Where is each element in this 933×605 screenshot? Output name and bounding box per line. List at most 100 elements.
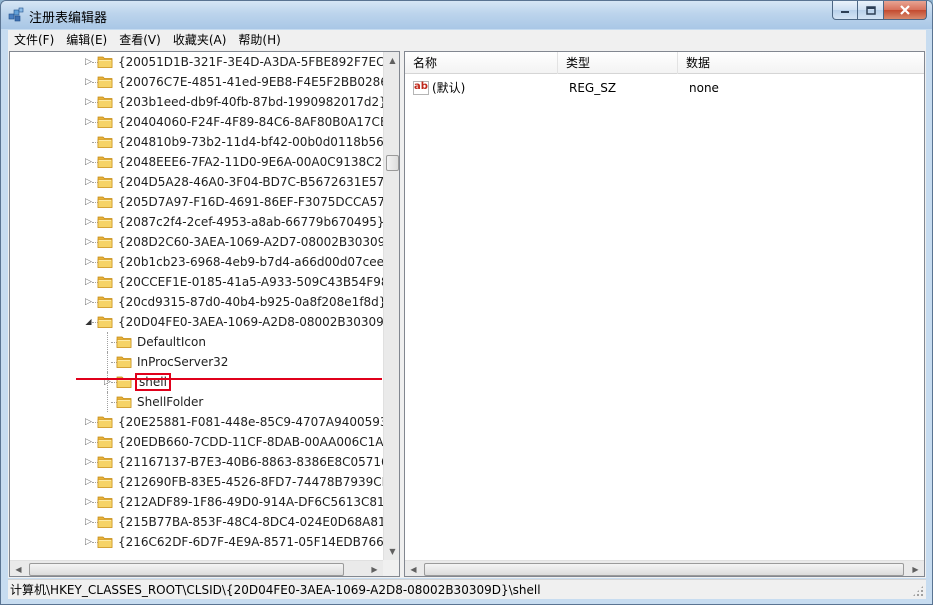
expand-arrow-icon[interactable]: ▷ [84,277,93,287]
tree-item-label[interactable]: {212ADF89-1F86-49D0-914A-DF6C5613C81E} [116,493,383,511]
tree-item-label[interactable]: {20b1cb23-6968-4eb9-b7d4-a66d00d07cee} [116,253,383,271]
tree-item-label[interactable]: {203b1eed-db9f-40fb-87bd-1990982017d2} [116,93,383,111]
scrollbar-thumb[interactable] [29,563,344,576]
title-bar[interactable]: 注册表编辑器 [1,1,932,29]
menu-favorites[interactable]: 收藏夹(A) [167,30,233,50]
folder-icon [97,494,113,509]
scroll-down-arrow-icon[interactable]: ▼ [384,543,399,560]
tree-item-subkey[interactable]: DefaultIcon [10,332,383,352]
tree-item-key[interactable]: ▷ {20E25881-F081-448e-85C9-4707A9400593} [10,412,383,432]
scroll-left-arrow-icon[interactable]: ◀ [405,561,422,576]
tree-item-key[interactable]: ▷ {215B77BA-853F-48C4-8DC4-024E0D68A812} [10,512,383,532]
expand-arrow-icon[interactable]: ▷ [84,257,93,267]
expand-arrow-icon[interactable]: ▷ [84,117,93,127]
tree-item-key[interactable]: ◢ {20D04FE0-3AEA-1069-A2D8-08002B30309D} [10,312,383,332]
tree-item-label[interactable]: {20E25881-F081-448e-85C9-4707A9400593} [116,413,383,431]
tree-item-subkey[interactable]: InProcServer32 [10,352,383,372]
scrollbar-thumb[interactable] [386,155,399,171]
scrollbar-thumb[interactable] [424,563,904,576]
tree-item-label[interactable]: {205D7A97-F16D-4691-86EF-F3075DCCA57D} [116,193,383,211]
column-header-type[interactable]: 类型 [558,52,678,74]
tree-item-key[interactable]: ▷ {20076C7E-4851-41ed-9EB8-F4E5F2BB0286} [10,72,383,92]
tree-item-label[interactable]: {208D2C60-3AEA-1069-A2D7-08002B30309D} [116,233,383,251]
expand-arrow-icon[interactable]: ▷ [84,237,93,247]
close-button[interactable] [884,1,927,20]
expand-arrow-icon[interactable]: ▷ [84,297,93,307]
tree-item-subkey[interactable]: ShellFolder [10,392,383,412]
tree-item-subkey[interactable]: ▷ shell [10,372,383,392]
tree-item-label[interactable]: {20051D1B-321F-3E4D-A3DA-5FBE892F7EC5} [116,53,383,71]
expand-arrow-icon[interactable]: ▷ [84,517,93,527]
expand-arrow-icon[interactable]: ▷ [84,537,93,547]
minimize-button[interactable] [832,1,858,20]
expand-arrow-icon[interactable]: ▷ [84,437,93,447]
tree-item-label[interactable]: {20D04FE0-3AEA-1069-A2D8-08002B30309D} [116,313,383,331]
tree-item-label[interactable]: InProcServer32 [135,353,230,371]
scroll-right-arrow-icon[interactable]: ▶ [366,561,383,576]
tree-item-label[interactable]: {216C62DF-6D7F-4E9A-8571-05F14EDB766A} [116,533,383,551]
tree-item-key[interactable]: ▷ {20EDB660-7CDD-11CF-8DAB-00AA006C1A01} [10,432,383,452]
scroll-right-arrow-icon[interactable]: ▶ [907,561,924,576]
column-header-name[interactable]: 名称 [405,52,558,74]
tree-item-key[interactable]: ▷ {21167137-B7E3-40B6-8863-8386E8C05716} [10,452,383,472]
tree-item-label[interactable]: {212690FB-83E5-4526-8FD7-74478B7939CD} [116,473,383,491]
expand-arrow-icon[interactable]: ▷ [84,457,93,467]
tree-item-key[interactable]: ▷ {2048EEE6-7FA2-11D0-9E6A-00A0C9138C29} [10,152,383,172]
column-header-data[interactable]: 数据 [678,52,924,74]
tree-item-label[interactable]: {20EDB660-7CDD-11CF-8DAB-00AA006C1A01} [116,433,383,451]
expand-arrow-icon[interactable]: ▷ [84,197,93,207]
maximize-button[interactable] [858,1,884,20]
tree-item-key[interactable]: ▷ {212ADF89-1F86-49D0-914A-DF6C5613C81E} [10,492,383,512]
tree-item-label[interactable]: {21167137-B7E3-40B6-8863-8386E8C05716} [116,453,383,471]
values-list-pane: 名称 类型 数据 ab (默认) REG_SZ none ◀ ▶ [404,51,925,577]
menu-view[interactable]: 查看(V) [113,30,167,50]
tree-item-key[interactable]: ▷ {20404060-F24F-4F89-84C6-8AF80B0A17CB} [10,112,383,132]
tree-item-label[interactable]: ShellFolder [135,393,205,411]
tree-item-label[interactable]: {204D5A28-46A0-3F04-BD7C-B5672631E57F} [116,173,383,191]
tree-item-label[interactable]: {20076C7E-4851-41ed-9EB8-F4E5F2BB0286} [116,73,383,91]
expand-arrow-icon[interactable]: ▷ [84,417,93,427]
tree-item-key[interactable]: ▷ {20b1cb23-6968-4eb9-b7d4-a66d00d07cee} [10,252,383,272]
tree-item-label[interactable]: {20404060-F24F-4F89-84C6-8AF80B0A17CB} [116,113,383,131]
tree-item-key[interactable]: ▷ {20051D1B-321F-3E4D-A3DA-5FBE892F7EC5} [10,52,383,72]
tree-item-key[interactable]: ▷ {216C62DF-6D7F-4E9A-8571-05F14EDB766A} [10,532,383,552]
tree-item-key[interactable]: ▷ {20CCEF1E-0185-41a5-A933-509C43B54F98} [10,272,383,292]
expand-arrow-icon[interactable]: ▷ [84,477,93,487]
scroll-up-arrow-icon[interactable]: ▲ [384,52,399,69]
tree-item-label[interactable]: DefaultIcon [135,333,208,351]
expand-arrow-icon[interactable]: ▷ [84,77,93,87]
menu-edit[interactable]: 编辑(E) [60,30,113,50]
folder-icon [97,174,113,189]
expand-arrow-icon[interactable]: ▷ [84,97,93,107]
tree-item-key[interactable]: ▷ {208D2C60-3AEA-1069-A2D7-08002B30309D} [10,232,383,252]
tree-item-label[interactable]: {204810b9-73b2-11d4-bf42-00b0d0118b56} [116,133,383,151]
expand-arrow-icon[interactable]: ▷ [84,157,93,167]
expand-arrow-icon[interactable]: ▷ [84,497,93,507]
tree-vertical-scrollbar[interactable]: ▲ ▼ [383,52,399,560]
tree-item-key[interactable]: ▷ {205D7A97-F16D-4691-86EF-F3075DCCA57D} [10,192,383,212]
menu-help[interactable]: 帮助(H) [232,30,286,50]
tree-item-label[interactable]: {20CCEF1E-0185-41a5-A933-509C43B54F98} [116,273,383,291]
tree-horizontal-scrollbar[interactable]: ◀ ▶ [10,560,383,576]
tree-item-key[interactable]: ▷ {204D5A28-46A0-3F04-BD7C-B5672631E57F} [10,172,383,192]
tree-item-label[interactable]: {2087c2f4-2cef-4953-a8ab-66779b670495} [116,213,383,231]
tree-item-key[interactable]: ▷ {203b1eed-db9f-40fb-87bd-1990982017d2} [10,92,383,112]
tree-item-key[interactable]: ▷ {2087c2f4-2cef-4953-a8ab-66779b670495} [10,212,383,232]
expand-arrow-icon[interactable]: ▷ [84,217,93,227]
list-item[interactable]: ab (默认) REG_SZ none [405,78,924,98]
menu-file[interactable]: 文件(F) [8,30,60,50]
resize-grip-icon[interactable] [912,585,924,597]
scroll-left-arrow-icon[interactable]: ◀ [10,561,27,576]
collapse-arrow-icon[interactable]: ◢ [84,317,93,327]
tree-item-key[interactable]: ▷ {20cd9315-87d0-40b4-b925-0a8f208e1f8d} [10,292,383,312]
tree-item-key[interactable]: ▷ {212690FB-83E5-4526-8FD7-74478B7939CD} [10,472,383,492]
tree-item-label[interactable]: {20cd9315-87d0-40b4-b925-0a8f208e1f8d} [116,293,383,311]
expand-arrow-icon[interactable]: ▷ [84,177,93,187]
close-icon [900,5,910,15]
tree-item-label-selected[interactable]: shell [135,373,171,391]
tree-item-label[interactable]: {215B77BA-853F-48C4-8DC4-024E0D68A812} [116,513,383,531]
list-horizontal-scrollbar[interactable]: ◀ ▶ [405,560,924,576]
tree-item-key[interactable]: {204810b9-73b2-11d4-bf42-00b0d0118b56} [10,132,383,152]
tree-item-label[interactable]: {2048EEE6-7FA2-11D0-9E6A-00A0C9138C29} [116,153,383,171]
expand-arrow-icon[interactable]: ▷ [84,57,93,67]
